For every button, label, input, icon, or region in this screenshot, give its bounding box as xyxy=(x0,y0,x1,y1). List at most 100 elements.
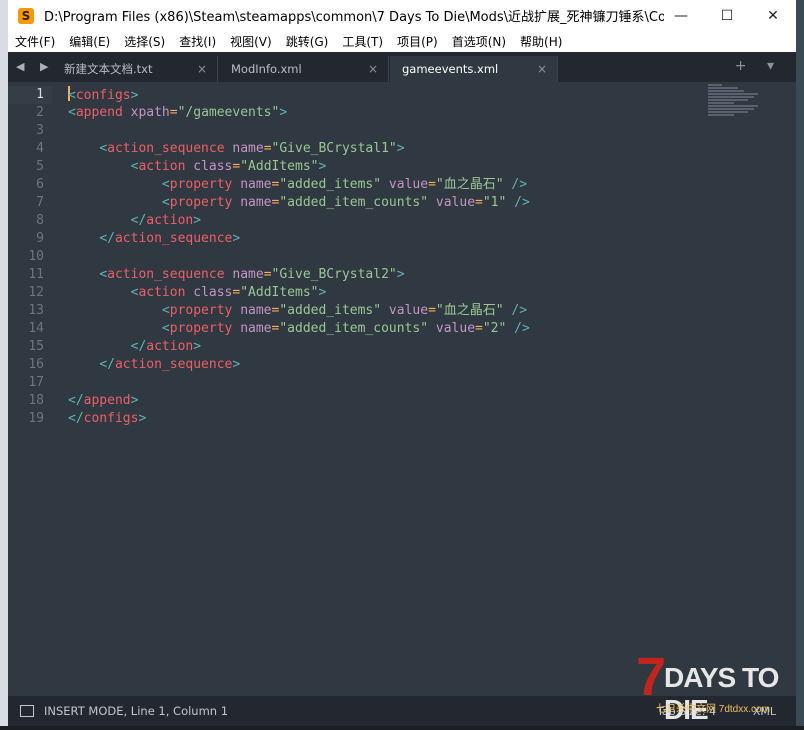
code-token: </ xyxy=(130,213,147,228)
code-token: name xyxy=(240,177,272,192)
logo-text: DAYS TO DIE xyxy=(664,662,779,725)
code-token: name xyxy=(240,321,272,336)
maximize-button[interactable]: ☐ xyxy=(704,0,750,31)
line-number: 5 xyxy=(36,159,44,174)
code-line[interactable]: <property name = "added_item_counts" value… xyxy=(68,194,530,212)
line-number: 13 xyxy=(28,303,44,318)
code-token: </ xyxy=(68,411,84,426)
tab-gameevents[interactable]: gameevents.xml × xyxy=(390,56,558,82)
tab-nav-arrows-icon[interactable]: ◀ ▶ xyxy=(16,60,54,73)
menu-tools[interactable]: 工具(T) xyxy=(335,33,390,50)
window-title: D:\Program Files (x86)\Steam\steamapps\c… xyxy=(44,10,664,25)
menu-file[interactable]: 文件(F) xyxy=(8,33,62,50)
tab-close-icon[interactable]: × xyxy=(368,62,378,76)
code-line[interactable]: <append xpath="/gameevents"> xyxy=(68,104,530,122)
tab-label: 新建文本文档.txt xyxy=(64,62,153,76)
code-line[interactable]: <action class="AddItems"> xyxy=(68,158,530,176)
menu-help[interactable]: 帮助(H) xyxy=(513,33,569,50)
menu-edit[interactable]: 编辑(E) xyxy=(62,33,117,50)
code-token: name xyxy=(240,195,272,210)
code-token: name xyxy=(240,303,272,318)
code-line[interactable]: </action> xyxy=(68,338,530,356)
tab-close-icon[interactable]: × xyxy=(197,62,207,76)
code-token: action xyxy=(146,213,194,228)
line-number: 12 xyxy=(28,285,44,300)
code-line[interactable]: <action_sequence name="Give_BCrystal2"> xyxy=(68,266,530,284)
code-token: = xyxy=(169,105,178,120)
code-token: action xyxy=(146,339,194,354)
code-token: "AddItems" xyxy=(240,285,319,300)
menu-selection[interactable]: 选择(S) xyxy=(117,33,172,50)
menu-project[interactable]: 项目(P) xyxy=(390,33,445,50)
minimap[interactable] xyxy=(708,84,768,124)
menu-preferences[interactable]: 首选项(N) xyxy=(445,33,513,50)
close-button[interactable]: ✕ xyxy=(750,0,796,31)
line-number: 11 xyxy=(28,267,44,282)
menu-view[interactable]: 视图(V) xyxy=(223,33,279,50)
tab-modinfo[interactable]: ModInfo.xml × xyxy=(219,56,389,82)
code-line[interactable]: </action_sequence> xyxy=(68,356,530,374)
tab-actions-icon[interactable]: + ▾ xyxy=(735,58,782,74)
minimize-button[interactable]: — xyxy=(658,0,704,31)
code-token: = xyxy=(475,321,483,336)
code-token: < xyxy=(68,105,76,120)
code-token: /> xyxy=(511,177,528,192)
line-number: 19 xyxy=(28,411,44,426)
menu-bar: 文件(F) 编辑(E) 选择(S) 查找(I) 视图(V) 跳转(G) 工具(T… xyxy=(8,31,796,52)
code-line[interactable]: <action class="AddItems"> xyxy=(68,284,530,302)
code-token: property xyxy=(169,321,233,336)
code-line[interactable]: </action_sequence> xyxy=(68,230,530,248)
code-line[interactable]: <action_sequence name="Give_BCrystal1"> xyxy=(68,140,530,158)
code-token: append xyxy=(83,393,131,408)
status-mode: INSERT MODE, Line 1, Column 1 xyxy=(44,704,229,718)
code-line[interactable]: <property name = "added_item_counts" value… xyxy=(68,320,530,338)
line-number: 9 xyxy=(36,231,44,246)
code-token: configs xyxy=(75,88,131,103)
code-line[interactable]: <property name="added_items" value="血之晶石… xyxy=(68,176,530,194)
code-token: > xyxy=(396,141,405,156)
code-token: "AddItems" xyxy=(240,159,319,174)
code-token: < xyxy=(99,267,108,282)
code-editor[interactable]: 1 2 3 4 5 6 7 8 9 10 11 12 13 14 15 16 17 18 19 <configs> <… xyxy=(8,82,796,696)
desktop-background-right xyxy=(796,0,804,730)
game-logo-watermark: 7 DAYS TO DIE 七日杀中文网 7dtdxx.com xyxy=(636,650,796,725)
tab-close-icon[interactable]: × xyxy=(537,62,547,76)
line-number: 2 xyxy=(36,105,44,120)
code-token: > xyxy=(232,231,241,246)
window-controls: — ☐ ✕ xyxy=(658,0,796,31)
code-line[interactable] xyxy=(68,248,530,266)
code-token: "2" xyxy=(482,321,507,336)
line-number: 17 xyxy=(28,375,44,390)
tab-label: gameevents.xml xyxy=(402,62,499,76)
code-token: "Give_BCrystal2" xyxy=(271,267,397,282)
code-token: class xyxy=(193,285,233,300)
code-line[interactable]: </configs> xyxy=(68,410,530,428)
code-line[interactable]: <property name="added_items" value="血之晶石… xyxy=(68,302,530,320)
tab-new-text-document[interactable]: 新建文本文档.txt × xyxy=(52,56,218,82)
menu-find[interactable]: 查找(I) xyxy=(172,33,223,50)
code-line[interactable]: <configs> xyxy=(68,86,530,104)
line-number: 14 xyxy=(28,321,44,336)
code-token: name xyxy=(232,141,264,156)
code-line[interactable] xyxy=(68,122,530,140)
code-token: "added_items" xyxy=(279,177,382,192)
code-area[interactable]: <configs> <append xpath="/gameevents"> <a… xyxy=(68,86,530,428)
code-line[interactable]: </append> xyxy=(68,392,530,410)
code-token: action_sequence xyxy=(107,267,225,282)
code-token: < xyxy=(68,88,76,103)
menu-goto[interactable]: 跳转(G) xyxy=(279,33,336,50)
code-token: xpath xyxy=(130,105,170,120)
code-line[interactable] xyxy=(68,374,530,392)
code-token: > xyxy=(193,213,202,228)
code-line[interactable]: </action> xyxy=(68,212,530,230)
panel-toggle-icon[interactable] xyxy=(20,705,34,717)
